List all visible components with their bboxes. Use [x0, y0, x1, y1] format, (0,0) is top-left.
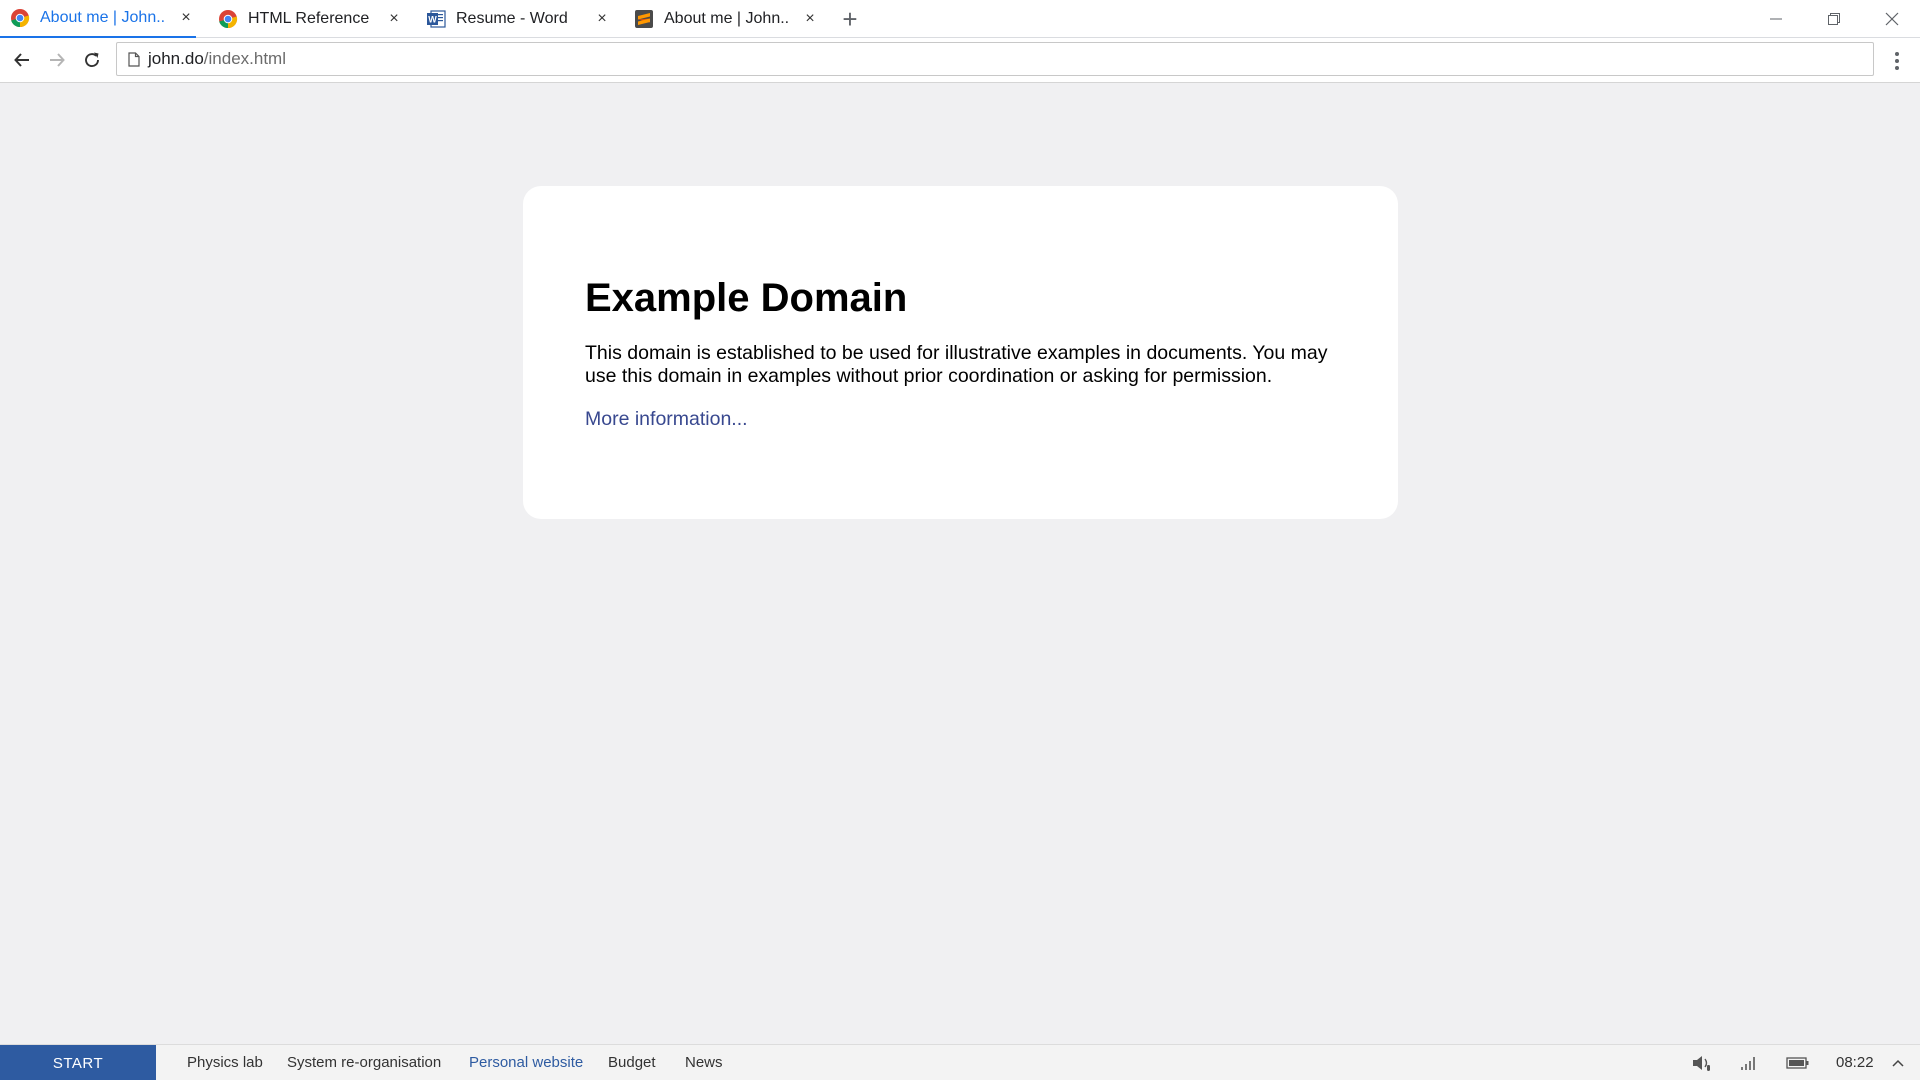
taskbar-item-physics-lab[interactable]: Physics lab	[187, 1045, 263, 1080]
close-icon[interactable]: ×	[179, 9, 193, 27]
new-tab-button[interactable]: +	[838, 4, 862, 34]
clock: 08:22	[1836, 1054, 1874, 1071]
minimize-icon	[1770, 18, 1782, 20]
taskbar: START Physics lab System re-organisation…	[0, 1044, 1920, 1080]
minimize-button[interactable]	[1748, 0, 1804, 38]
tab-about-me-2[interactable]: About me | John... ×	[624, 0, 820, 38]
reload-button[interactable]	[79, 47, 105, 73]
chevron-up-icon	[1892, 1059, 1904, 1067]
tab-label: Resume - Word	[456, 10, 568, 27]
tab-about-me-1[interactable]: About me | John... ×	[0, 0, 196, 38]
close-window-button[interactable]	[1864, 0, 1920, 38]
close-icon[interactable]: ×	[595, 10, 609, 28]
forward-button[interactable]	[44, 47, 70, 73]
more-information-link[interactable]: More information...	[585, 408, 1336, 431]
taskbar-item-news[interactable]: News	[685, 1045, 723, 1080]
sublime-text-icon	[635, 10, 653, 28]
chrome-icon	[219, 10, 238, 29]
url-host: john.do	[148, 49, 204, 68]
taskbar-item-system-reorganisation[interactable]: System re-organisation	[287, 1045, 441, 1080]
address-bar[interactable]: john.do/index.html	[116, 42, 1874, 76]
signal-icon	[1741, 1057, 1755, 1070]
taskbar-item-budget[interactable]: Budget	[608, 1045, 656, 1080]
page-title: Example Domain	[585, 276, 908, 320]
navigation-bar: john.do/index.html	[0, 38, 1920, 83]
tab-label: HTML Reference ...	[248, 10, 373, 27]
chrome-icon	[11, 9, 30, 28]
tab-strip: About me | John... × HTML Reference ... …	[0, 0, 1920, 38]
browser-menu-button[interactable]	[1886, 48, 1908, 74]
arrow-right-icon	[50, 53, 65, 67]
tab-label: About me | John...	[664, 10, 789, 27]
word-icon: W	[427, 10, 446, 28]
tab-html-reference[interactable]: HTML Reference ... ×	[208, 0, 404, 38]
dot	[1895, 59, 1899, 63]
url-path: /index.html	[203, 49, 286, 68]
volume-button[interactable]	[1688, 1045, 1716, 1080]
content-card: Example Domain This domain is establishe…	[523, 186, 1398, 519]
svg-text:W: W	[428, 15, 437, 25]
speaker-icon	[1693, 1056, 1710, 1071]
tab-resume-word[interactable]: W Resume - Word ×	[416, 0, 612, 38]
dot	[1895, 52, 1899, 56]
battery-icon	[1786, 1057, 1809, 1069]
dot	[1895, 66, 1899, 70]
back-button[interactable]	[9, 47, 35, 73]
reload-icon	[85, 52, 99, 68]
taskbar-item-personal-website[interactable]: Personal website	[469, 1045, 583, 1080]
arrow-left-icon	[14, 53, 29, 67]
network-button[interactable]	[1735, 1045, 1763, 1080]
show-hidden-icons-button[interactable]	[1888, 1045, 1908, 1080]
battery-button[interactable]	[1782, 1045, 1814, 1080]
restore-icon	[1828, 13, 1840, 25]
close-icon[interactable]: ×	[803, 10, 817, 28]
start-button[interactable]: START	[0, 1045, 156, 1080]
page-icon	[128, 51, 140, 67]
close-icon[interactable]: ×	[387, 10, 401, 28]
tab-label: About me | John...	[40, 9, 165, 26]
page-description: This domain is established to be used fo…	[585, 342, 1328, 387]
close-icon	[1885, 12, 1899, 26]
restore-button[interactable]	[1806, 0, 1862, 38]
